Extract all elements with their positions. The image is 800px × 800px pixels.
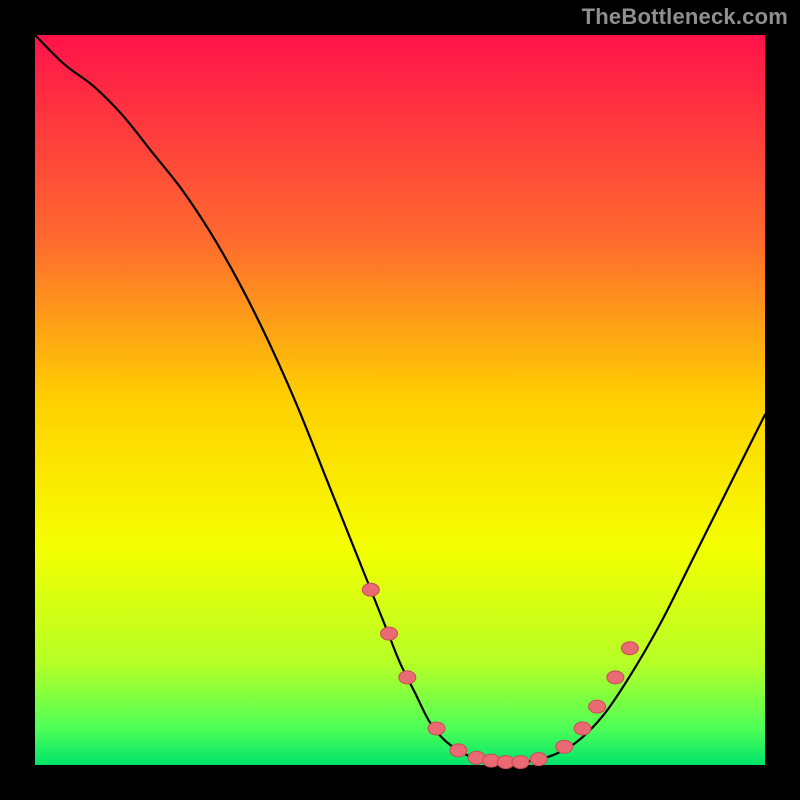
marker-point — [450, 744, 467, 757]
marker-point — [428, 722, 445, 735]
marker-point — [381, 627, 398, 640]
marker-point — [512, 756, 529, 769]
marker-point — [362, 583, 379, 596]
watermark-text: TheBottleneck.com — [582, 4, 788, 30]
marker-point — [621, 642, 638, 655]
marker-point — [607, 671, 624, 684]
chart-svg — [0, 0, 800, 800]
chart-stage: TheBottleneck.com — [0, 0, 800, 800]
marker-point — [574, 722, 591, 735]
marker-point — [589, 700, 606, 713]
marker-point — [530, 753, 547, 766]
marker-point — [399, 671, 416, 684]
marker-point — [556, 740, 573, 753]
plot-gradient-background — [35, 35, 765, 765]
